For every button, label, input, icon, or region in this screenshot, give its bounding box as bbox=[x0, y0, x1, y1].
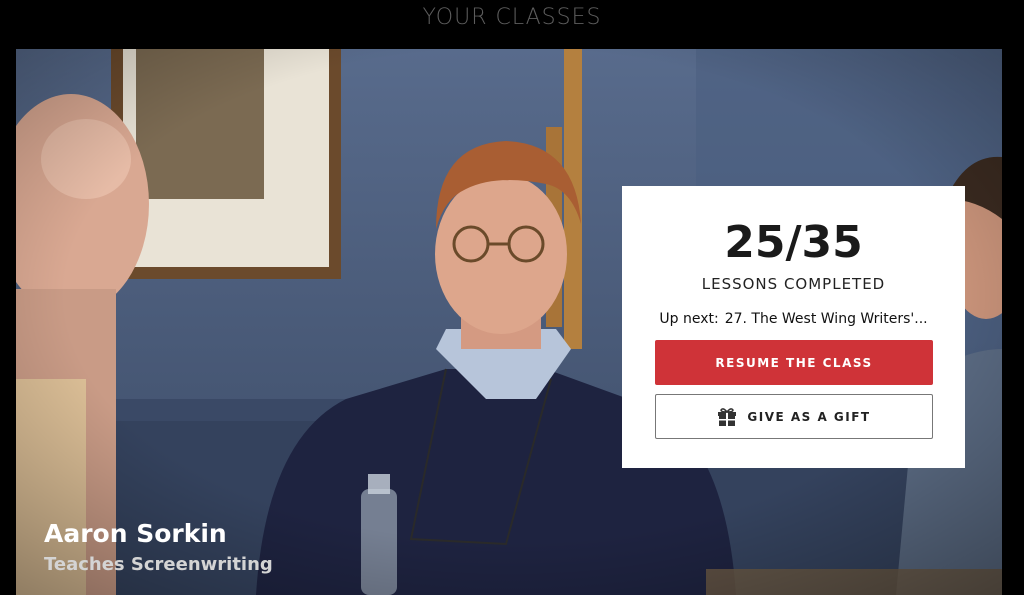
up-next-text: Up next: 27. The West Wing Writers'... bbox=[622, 311, 965, 327]
course-title: Teaches Screenwriting bbox=[44, 554, 273, 575]
resume-class-label: RESUME THE CLASS bbox=[715, 355, 873, 370]
instructor-name: Aaron Sorkin bbox=[44, 519, 227, 548]
page-title: YOUR CLASSES bbox=[422, 5, 602, 30]
progress-card: 25/35 LESSONS COMPLETED Up next: 27. The … bbox=[622, 186, 965, 468]
gift-icon bbox=[717, 407, 737, 427]
give-as-gift-button[interactable]: GIVE AS A GIFT bbox=[655, 394, 933, 439]
give-as-gift-label: GIVE AS A GIFT bbox=[747, 409, 871, 424]
resume-class-button[interactable]: RESUME THE CLASS bbox=[655, 340, 933, 385]
up-next-prefix: Up next: bbox=[659, 311, 719, 327]
class-caption: Aaron Sorkin Teaches Screenwriting bbox=[44, 519, 273, 575]
page-header: YOUR CLASSES bbox=[0, 0, 1024, 49]
progress-count: 25/35 bbox=[724, 217, 863, 268]
progress-label: LESSONS COMPLETED bbox=[701, 275, 886, 293]
up-next-lesson: 27. The West Wing Writers'... bbox=[724, 311, 928, 327]
